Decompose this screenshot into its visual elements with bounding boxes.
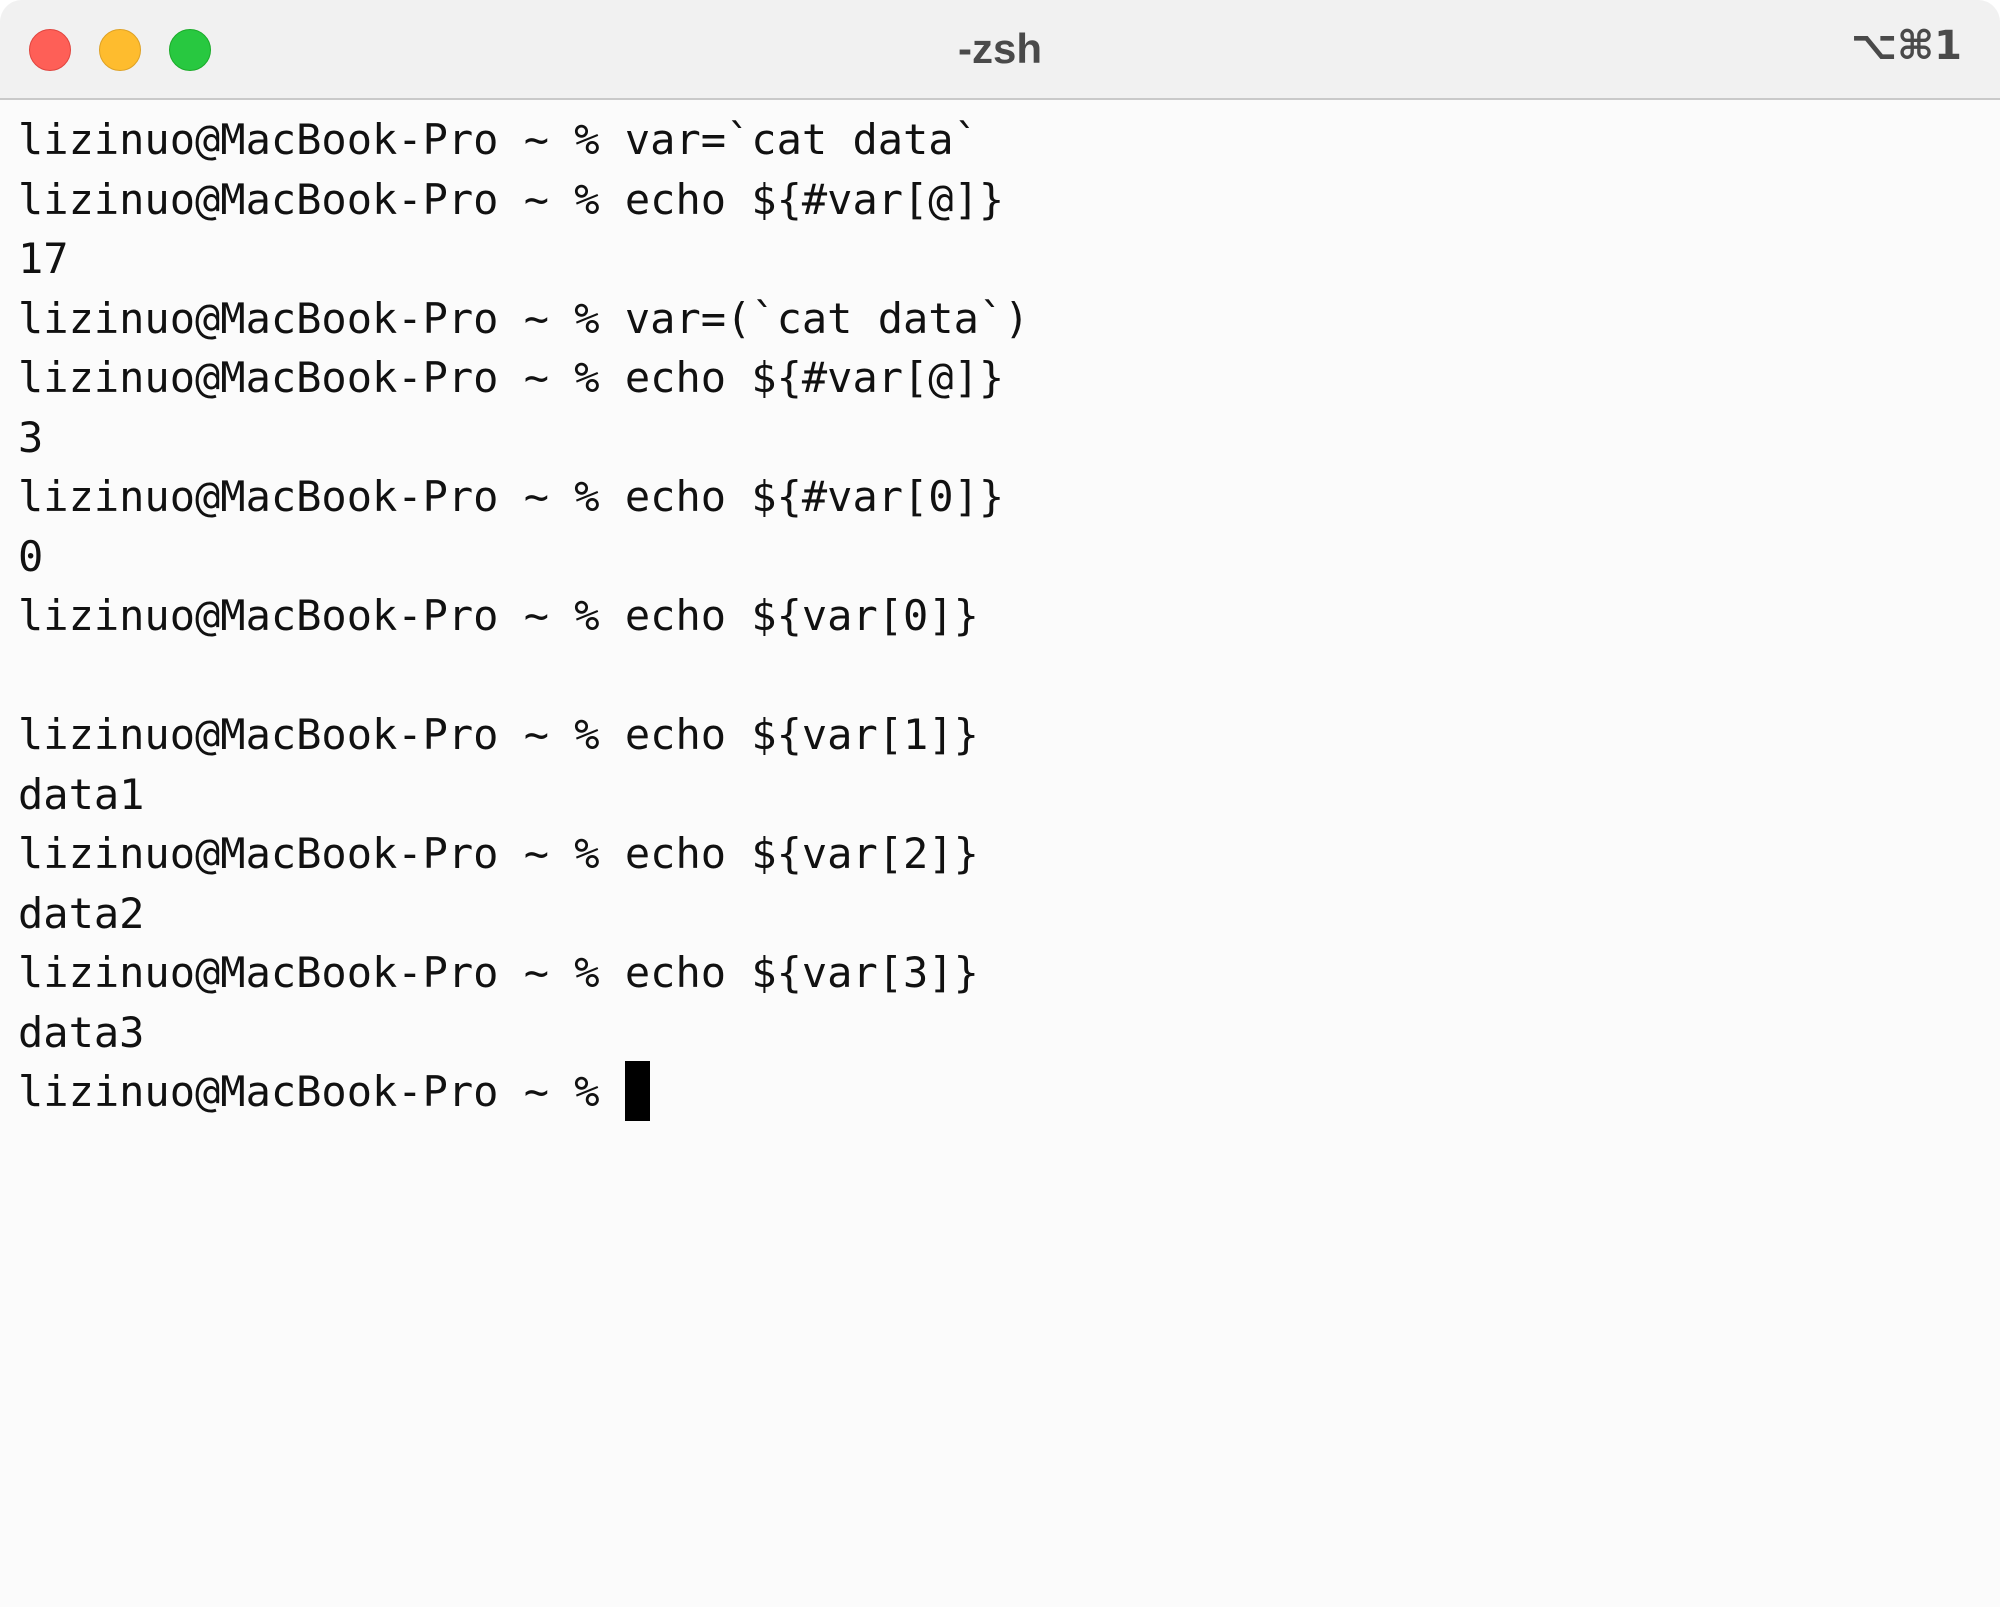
terminal-line: lizinuo@MacBook-Pro ~ % echo ${var[2]} — [18, 829, 979, 878]
terminal-line: lizinuo@MacBook-Pro ~ % echo ${var[0]} — [18, 591, 979, 640]
terminal-output[interactable]: lizinuo@MacBook-Pro ~ % var=`cat data` l… — [18, 110, 1978, 1122]
terminal-line: lizinuo@MacBook-Pro ~ % echo ${#var[@]} — [18, 353, 1005, 402]
terminal-line: lizinuo@MacBook-Pro ~ % echo ${#var[@]} — [18, 174, 1005, 224]
window-title: -zsh — [958, 25, 1042, 72]
terminal-line: 17 — [18, 234, 69, 283]
terminal-line: lizinuo@MacBook-Pro ~ % var=(`cat data`) — [18, 293, 1030, 343]
terminal-line: lizinuo@MacBook-Pro ~ % echo ${var[1]} — [18, 710, 979, 759]
window-shortcut-label: ⌥⌘1 — [1850, 23, 1962, 69]
terminal-line: data3 — [18, 1007, 145, 1057]
terminal-line: lizinuo@MacBook-Pro ~ % echo ${var[3]} — [18, 948, 979, 997]
terminal-prompt: lizinuo@MacBook-Pro ~ % — [18, 1067, 625, 1116]
terminal-line: data1 — [18, 769, 145, 819]
terminal-line: lizinuo@MacBook-Pro ~ % var=`cat data` — [18, 115, 979, 164]
terminal-line: 0 — [18, 531, 44, 581]
terminal-window: -zsh ⌥⌘1 lizinuo@MacBook-Pro ~ % var=`ca… — [0, 0, 2000, 1607]
terminal-line: 3 — [18, 412, 44, 462]
text-cursor — [624, 1060, 650, 1121]
title-bar[interactable]: -zsh ⌥⌘1 — [0, 0, 2000, 100]
terminal-line: data2 — [18, 888, 145, 938]
terminal-current-prompt-line[interactable]: lizinuo@MacBook-Pro ~ % — [18, 1060, 1978, 1122]
terminal-line: lizinuo@MacBook-Pro ~ % echo ${#var[0]} — [18, 472, 1005, 521]
